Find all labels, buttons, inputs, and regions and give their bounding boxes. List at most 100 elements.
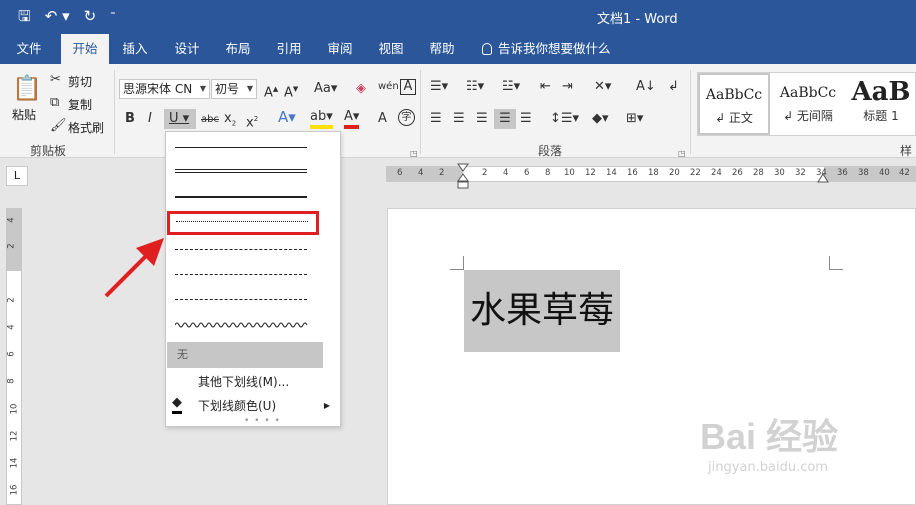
borders-icon[interactable]: ⊞▾ — [626, 111, 643, 127]
underline-color-item[interactable]: ◆ 下划线颜色(U) ▶ — [166, 395, 340, 417]
copy-icon[interactable]: ⧉ — [50, 95, 59, 111]
superscript-icon[interactable]: x2 — [246, 111, 258, 131]
show-marks-icon[interactable]: ↲ — [668, 79, 679, 95]
font-size-combo[interactable]: 初号 ▼ — [211, 79, 257, 99]
divider — [420, 70, 421, 154]
paste-button[interactable]: 粘贴 — [12, 106, 36, 123]
copy-button[interactable]: 复制 — [68, 96, 92, 113]
paragraph-group-label: 段落 — [538, 144, 563, 158]
tab-file[interactable]: 文件 — [6, 34, 52, 64]
cut-button[interactable]: 剪切 — [68, 73, 92, 90]
quick-access-toolbar: 🖫 ↶ ▾ ↻ ⁼ — [18, 7, 116, 25]
font-dialog-launcher-icon[interactable]: ◳ — [410, 146, 418, 162]
underline-dotted[interactable] — [167, 211, 319, 235]
sort-icon[interactable]: A↓ — [636, 79, 656, 95]
style-no-spacing[interactable]: AaBbCc ↲ 无间隔 — [772, 73, 844, 135]
italic-icon[interactable]: I — [148, 111, 152, 127]
right-indent-marker-icon[interactable] — [816, 170, 830, 184]
align-right-icon[interactable]: ☰ — [476, 111, 488, 127]
vertical-ruler[interactable]: 4 2 2 4 6 8 10 12 14 16 — [6, 208, 22, 505]
tab-home[interactable]: 开始 — [61, 34, 109, 64]
style-normal[interactable]: AaBbCc ↲ 正文 — [698, 73, 770, 135]
underline-wave[interactable] — [175, 315, 319, 335]
enclose-character-icon[interactable]: 字 — [398, 109, 415, 126]
underline-button[interactable]: U ▾ — [164, 109, 196, 129]
line-spacing-icon[interactable]: ↕☰▾ — [550, 111, 579, 127]
tab-review[interactable]: 审阅 — [318, 34, 362, 64]
multilevel-list-icon[interactable]: ☳▾ — [502, 79, 520, 95]
chevron-down-icon: ▼ — [246, 84, 253, 93]
text-effects-icon[interactable]: A▾ — [278, 109, 296, 125]
underline-dot-dot-dash[interactable] — [175, 289, 319, 309]
phonetic-guide-icon[interactable]: wén — [378, 79, 399, 95]
tab-selector-button[interactable]: L — [6, 166, 28, 186]
selected-document-text[interactable]: 水果草莓 — [464, 270, 620, 352]
undo-icon[interactable]: ↶ ▾ — [45, 7, 70, 25]
underline-dot-dash[interactable] — [175, 264, 319, 284]
tab-help[interactable]: 帮助 — [420, 34, 464, 64]
divider — [114, 70, 115, 154]
align-center-icon[interactable]: ☰ — [453, 111, 465, 127]
decrease-indent-icon[interactable]: ⇤ — [540, 79, 551, 95]
increase-indent-icon[interactable]: ⇥ — [562, 79, 573, 95]
font-color-icon[interactable]: A▾ — [344, 109, 360, 129]
distributed-icon[interactable]: ☰ — [520, 111, 532, 127]
ribbon-tabs: 文件 开始 插入 设计 布局 引用 审阅 视图 帮助 告诉我你想要做什么 — [0, 34, 916, 64]
character-shading-icon[interactable]: A — [378, 111, 387, 127]
underline-single[interactable] — [175, 137, 319, 157]
justify-icon[interactable]: ☰ — [494, 109, 516, 129]
indent-marker-icon[interactable] — [456, 162, 470, 192]
styles-group-label: 样 — [900, 144, 913, 158]
paint-bucket-icon: ◆ — [172, 395, 182, 414]
tab-layout[interactable]: 布局 — [216, 34, 260, 64]
underline-thick[interactable] — [175, 186, 319, 206]
divider — [690, 70, 691, 154]
underline-none[interactable]: 无 — [167, 342, 323, 368]
character-border-icon[interactable]: A — [400, 79, 416, 95]
cut-icon[interactable]: ✂ — [50, 72, 61, 88]
lightbulb-icon — [482, 43, 492, 55]
subscript-icon[interactable]: x2 — [224, 111, 236, 132]
paragraph-dialog-launcher-icon[interactable]: ◳ — [678, 146, 686, 162]
grow-font-icon[interactable]: A▲ — [264, 81, 278, 101]
shrink-font-icon[interactable]: A▼ — [284, 81, 298, 101]
crop-mark — [829, 256, 843, 270]
align-left-icon[interactable]: ☰ — [430, 111, 442, 127]
change-case-icon[interactable]: Aa▾ — [314, 81, 337, 97]
shading-icon[interactable]: ◆▾ — [592, 111, 609, 127]
annotation-arrow-icon — [104, 238, 164, 298]
underline-double[interactable] — [175, 161, 319, 181]
underline-dropdown: 无 其他下划线(M)... ◆ 下划线颜色(U) ▶ • • • • — [165, 131, 341, 427]
clear-format-icon[interactable]: ◈ — [356, 81, 366, 97]
tab-design[interactable]: 设计 — [165, 34, 209, 64]
redo-icon[interactable]: ↻ — [84, 7, 97, 25]
more-underlines-item[interactable]: 其他下划线(M)... — [166, 371, 340, 393]
title-bar: 🖫 ↶ ▾ ↻ ⁼ 文档1 - Word — [0, 0, 916, 34]
highlight-color-icon[interactable]: ab▾ — [310, 109, 333, 129]
watermark: Bai 经验 jingyan.baidu.com — [700, 416, 839, 475]
format-painter-button[interactable]: 格式刷 — [68, 119, 104, 136]
underline-dashed[interactable] — [175, 239, 319, 259]
bullets-icon[interactable]: ☰▾ — [430, 79, 448, 95]
numbering-icon[interactable]: ☷▾ — [466, 79, 484, 95]
paste-icon[interactable]: 📋 — [12, 74, 42, 102]
style-heading1[interactable]: AaB 标题 1 — [846, 73, 916, 135]
customize-qat-icon[interactable]: ⁼ — [110, 7, 115, 25]
chinese-layout-icon[interactable]: ✕▾ — [594, 79, 611, 95]
save-icon[interactable]: 🖫 — [18, 7, 31, 25]
clipboard-group-label: 剪贴板 — [30, 144, 67, 158]
resize-grip-icon[interactable]: • • • • — [244, 416, 281, 426]
font-name-combo[interactable]: 思源宋体 CN ▼ — [119, 79, 210, 99]
format-painter-icon[interactable]: 🖌 — [50, 118, 67, 134]
crop-mark — [450, 256, 464, 270]
styles-gallery: AaBbCc ↲ 正文 AaBbCc ↲ 无间隔 AaB 标题 1 — [697, 72, 916, 136]
tab-insert[interactable]: 插入 — [113, 34, 157, 64]
chevron-down-icon: ▼ — [199, 84, 206, 93]
strikethrough-icon[interactable]: abc — [201, 112, 219, 128]
tab-references[interactable]: 引用 — [267, 34, 311, 64]
tell-me-box[interactable]: 告诉我你想要做什么 — [482, 34, 611, 64]
bold-icon[interactable]: B — [125, 111, 135, 127]
window-title: 文档1 - Word — [597, 12, 678, 27]
tab-view[interactable]: 视图 — [369, 34, 413, 64]
submenu-arrow-icon: ▶ — [323, 401, 330, 410]
